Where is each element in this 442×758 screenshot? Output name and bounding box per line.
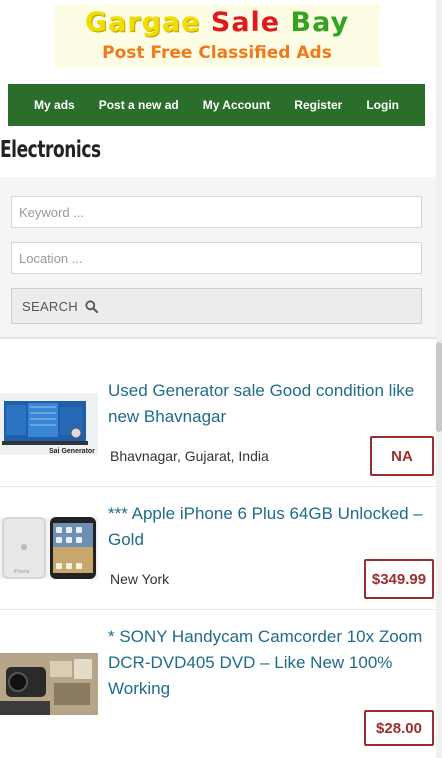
listing-thumbnail[interactable] [0,653,98,715]
listing-price: $28.00 [364,710,434,746]
nav-post-ad[interactable]: Post a new ad [99,98,179,112]
thumb-caption: iPhone [14,569,30,575]
logo-word-3: Bay [290,7,350,38]
nav-login[interactable]: Login [366,98,399,112]
search-icon [85,299,98,313]
camcorder-image [0,653,98,715]
listing-location: New York [110,571,170,587]
listing-item: * SONY Handycam Camcorder 10x Zoom DCR-D… [0,610,442,758]
nav-my-ads[interactable]: My ads [34,98,75,112]
listing-title[interactable]: * SONY Handycam Camcorder 10x Zoom DCR-D… [108,624,436,702]
page-scrollbar[interactable] [436,0,442,758]
logo-word-2: Sale [210,7,281,38]
search-panel: SEARCH [0,177,442,339]
thumb-caption: Sai Generator [49,448,95,455]
listing-title[interactable]: Used Generator sale Good condition like … [108,378,436,430]
page-title: Electronics [0,137,101,163]
logo-tagline: Post Free Classified Ads [102,43,332,63]
search-button[interactable]: SEARCH [11,288,422,324]
logo-word-1: Gargae [84,7,201,38]
nav-my-account[interactable]: My Account [203,98,271,112]
listing-item: iPhone *** Apple iPhone 6 Plus 64GB Unlo… [0,487,442,610]
scrollbar-thumb[interactable] [436,342,442,432]
listing-price: $349.99 [364,559,434,599]
generator-image: Sai Generator [0,393,98,455]
keyword-input[interactable] [11,196,422,228]
nav-register[interactable]: Register [294,98,342,112]
site-logo[interactable]: Gargae Sale Bay Post Free Classified Ads [54,4,380,68]
iphone-image: iPhone [0,517,98,579]
listing-thumbnail[interactable]: iPhone [0,517,98,579]
listing-title[interactable]: *** Apple iPhone 6 Plus 64GB Unlocked – … [108,501,436,553]
listing-location: Bhavnagar, Gujarat, India [110,448,269,464]
listing-item: Sai Generator Used Generator sale Good c… [0,364,442,487]
listing-thumbnail[interactable]: Sai Generator [0,393,98,455]
location-input[interactable] [11,242,422,274]
main-nav: My ads Post a new ad My Account Register… [8,84,425,126]
listing-price: NA [370,436,434,476]
search-button-label: SEARCH [22,298,78,314]
logo-title: Gargae Sale Bay [54,6,380,40]
